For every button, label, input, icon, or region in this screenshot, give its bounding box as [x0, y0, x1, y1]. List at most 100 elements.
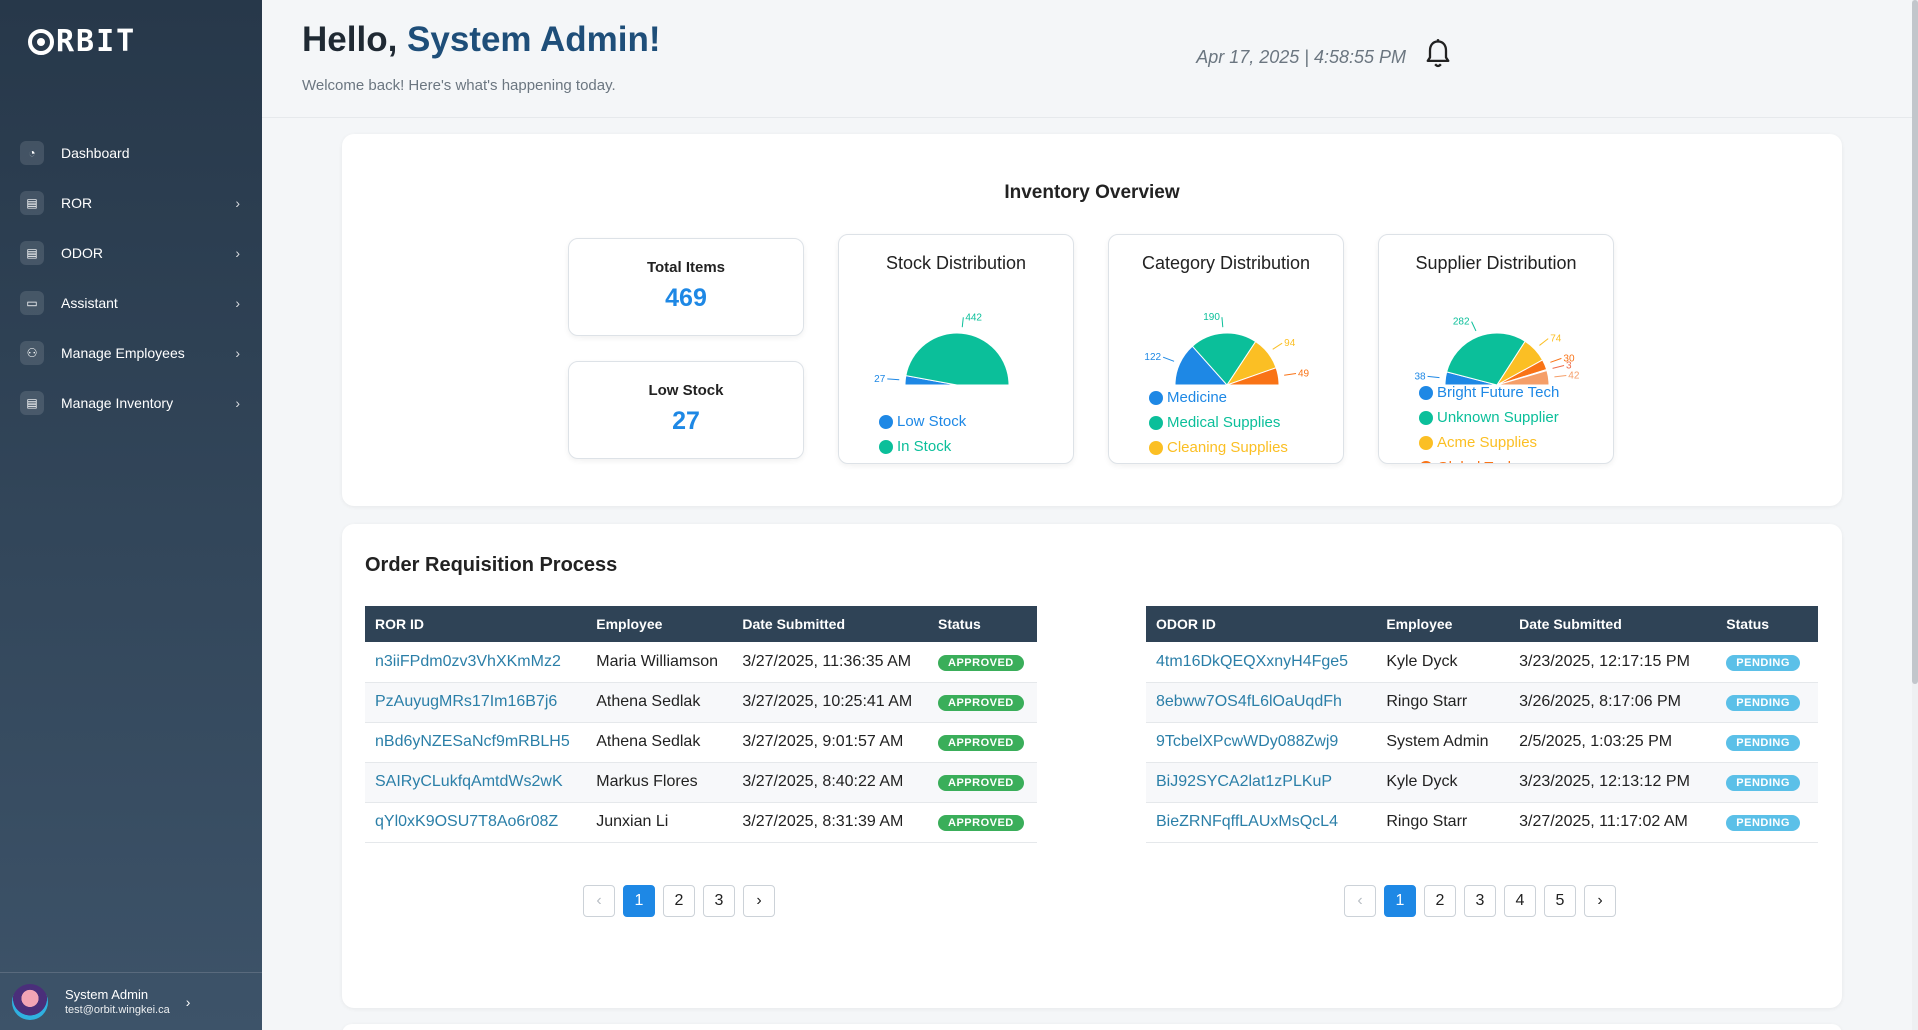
chevron-right-icon: ›	[185, 993, 191, 1010]
sidebar-item-manage-employees[interactable]: ⚇ Manage Employees ›	[0, 328, 262, 378]
table-row[interactable]: n3iiFPdm0zv3VhXKmMz2 Maria Williamson 3/27…	[365, 642, 1037, 683]
category-data-label: 94	[1284, 338, 1296, 349]
legend-label: Global Tech	[1437, 459, 1516, 463]
supplier-label-line	[1539, 338, 1549, 346]
employee-cell: Junxian Li	[586, 802, 733, 843]
ror-id-link[interactable]: SAIRyCLukfqAmtdWs2wK	[365, 762, 587, 803]
page-button[interactable]: 2	[663, 885, 695, 917]
column-header[interactable]: Status	[1716, 606, 1818, 642]
column-header[interactable]: Employee	[586, 606, 732, 642]
date-cell: 2/5/2025, 1:03:25 PM	[1509, 722, 1717, 763]
document-icon: ▤	[20, 191, 44, 215]
greeting-prefix: Hello,	[302, 20, 408, 59]
table-row[interactable]: BiJ92SYCA2lat1zPLKuP Kyle Dyck 3/23/2025, …	[1146, 762, 1818, 803]
category-legend: Medicine Medical Supplies Cleaning Supplie…	[1149, 385, 1288, 460]
table-row[interactable]: PzAuyugMRs17Im16B7j6 Athena Sedlak 3/27/20…	[365, 682, 1037, 723]
document-icon: ▤	[20, 241, 44, 265]
next-page-button[interactable]: ›	[743, 885, 775, 917]
table-row[interactable]: 8ebww7OS4fL6lOaUqdFh Ringo Starr 3/26/2025…	[1146, 682, 1818, 723]
stock-slice[interactable]	[905, 332, 1010, 386]
odor-table-body: 4tm16DkQEQXxnyH4Fge5 Kyle Dyck 3/23/2025, …	[1146, 642, 1818, 843]
sidebar-item-label: Assistant	[61, 295, 118, 311]
legend-label: Cleaning Supplies	[1167, 439, 1288, 456]
table-row[interactable]: SAIRyCLukfqAmtdWs2wK Markus Flores 3/27/20…	[365, 762, 1037, 803]
ror-id-link[interactable]: PzAuyugMRs17Im16B7j6	[365, 682, 587, 723]
welcome-subtitle: Welcome back! Here's what's happening to…	[302, 77, 616, 94]
table-row[interactable]: qYl0xK9OSU7T8Ao6r08Z Junxian Li 3/27/2025,…	[365, 802, 1037, 843]
ror-pagination: ‹ 1 2 3 ›	[583, 885, 775, 917]
prev-page-button[interactable]: ‹	[583, 885, 615, 917]
category-legend-item[interactable]: Medical Supplies	[1149, 410, 1288, 435]
page-button[interactable]: 3	[703, 885, 735, 917]
employee-cell: Ringo Starr	[1376, 682, 1510, 723]
page-button[interactable]: 2	[1424, 885, 1456, 917]
supplier-distribution-card: Supplier Distribution 38 282 74 30 3 42 Brigh…	[1378, 234, 1614, 464]
stock-legend-item[interactable]: Low Stock	[879, 409, 966, 434]
low-stock-card: Low Stock 27	[568, 361, 804, 459]
sidebar-item-dashboard[interactable]: ◔ Dashboard	[0, 128, 262, 178]
next-page-button[interactable]: ›	[1584, 885, 1616, 917]
ror-id-link[interactable]: nBd6yNZESaNcf9mRBLH5	[365, 722, 587, 763]
page-button[interactable]: 3	[1464, 885, 1496, 917]
table-row[interactable]: 4tm16DkQEQXxnyH4Fge5 Kyle Dyck 3/23/2025, …	[1146, 642, 1818, 683]
odor-id-link[interactable]: 8ebww7OS4fL6lOaUqdFh	[1146, 682, 1377, 723]
sidebar-item-ror[interactable]: ▤ ROR ›	[0, 178, 262, 228]
column-header[interactable]: ROR ID	[365, 606, 586, 642]
prev-page-button[interactable]: ‹	[1344, 885, 1376, 917]
odor-id-link[interactable]: 4tm16DkQEQXxnyH4Fge5	[1146, 642, 1377, 683]
column-header[interactable]: Status	[928, 606, 1037, 642]
orbit-logo[interactable]: RBIT	[28, 24, 136, 59]
table-row[interactable]: 9TcbelXPcwWDy088Zwj9 System Admin 2/5/2025…	[1146, 722, 1818, 763]
supplier-label-line	[1471, 321, 1477, 332]
next-section-card	[342, 1024, 1842, 1030]
status-badge: APPROVED	[938, 775, 1024, 791]
chevron-right-icon: ›	[235, 195, 240, 211]
date-cell: 3/23/2025, 12:17:15 PM	[1509, 642, 1717, 683]
category-legend-item[interactable]: Medicine	[1149, 385, 1288, 410]
stock-legend-item[interactable]: In Stock	[879, 434, 966, 459]
sidebar-item-odor[interactable]: ▤ ODOR ›	[0, 228, 262, 278]
user-profile[interactable]: System Admin test@orbit.wingkei.ca ›	[0, 972, 262, 1030]
supplier-legend-item[interactable]: Bright Future Tech	[1419, 380, 1559, 405]
ror-id-link[interactable]: n3iiFPdm0zv3VhXKmMz2	[365, 642, 587, 683]
sidebar-item-label: ODOR	[61, 245, 103, 261]
page-button[interactable]: 1	[623, 885, 655, 917]
legend-label: Unknown Supplier	[1437, 409, 1559, 426]
total-items-value: 469	[665, 284, 707, 312]
bell-icon[interactable]	[1424, 38, 1452, 70]
column-header[interactable]: Employee	[1376, 606, 1509, 642]
category-legend-item[interactable]: Cleaning Supplies	[1149, 435, 1288, 460]
status-badge: PENDING	[1726, 735, 1800, 751]
legend-dot	[1419, 410, 1433, 425]
sidebar-item-label: Dashboard	[61, 145, 130, 161]
legend-label: Acme Supplies	[1437, 434, 1538, 451]
table-row[interactable]: BieZRNFqffLAUxMsQcL4 Ringo Starr 3/27/2025…	[1146, 802, 1818, 843]
logo-text: RBIT	[56, 24, 137, 59]
supplier-legend-item[interactable]: Acme Supplies	[1419, 430, 1559, 455]
legend-dot	[1419, 385, 1433, 400]
column-header[interactable]: ODOR ID	[1146, 606, 1376, 642]
table-row[interactable]: nBd6yNZESaNcf9mRBLH5 Athena Sedlak 3/27/20…	[365, 722, 1037, 763]
page-button[interactable]: 5	[1544, 885, 1576, 917]
page-button[interactable]: 1	[1384, 885, 1416, 917]
supplier-legend-item[interactable]: Unknown Supplier	[1419, 405, 1559, 430]
odor-id-link[interactable]: BieZRNFqffLAUxMsQcL4	[1146, 802, 1377, 843]
users-icon: ⚇	[20, 341, 44, 365]
employee-cell: Markus Flores	[586, 762, 733, 803]
column-header[interactable]: Date Submitted	[1509, 606, 1716, 642]
date-cell: 3/27/2025, 8:31:39 AM	[732, 802, 929, 843]
status-cell: PENDING	[1716, 642, 1818, 683]
odor-table: ODOR ID Employee Date Submitted Status 4tm1…	[1146, 606, 1818, 843]
column-header[interactable]: Date Submitted	[732, 606, 928, 642]
ror-id-link[interactable]: qYl0xK9OSU7T8Ao6r08Z	[365, 802, 587, 843]
sidebar-item-assistant[interactable]: ▭ Assistant ›	[0, 278, 262, 328]
supplier-legend-item[interactable]: Global Tech	[1419, 455, 1559, 463]
page-button[interactable]: 4	[1504, 885, 1536, 917]
scrollbar-thumb[interactable]	[1912, 0, 1918, 684]
scrollbar-track[interactable]	[1912, 0, 1918, 1030]
odor-id-link[interactable]: 9TcbelXPcwWDy088Zwj9	[1146, 722, 1377, 763]
date-cell: 3/27/2025, 8:40:22 AM	[732, 762, 929, 803]
sidebar-item-manage-inventory[interactable]: ▤ Manage Inventory ›	[0, 378, 262, 428]
odor-id-link[interactable]: BiJ92SYCA2lat1zPLKuP	[1146, 762, 1377, 803]
total-items-label: Total Items	[646, 259, 726, 276]
